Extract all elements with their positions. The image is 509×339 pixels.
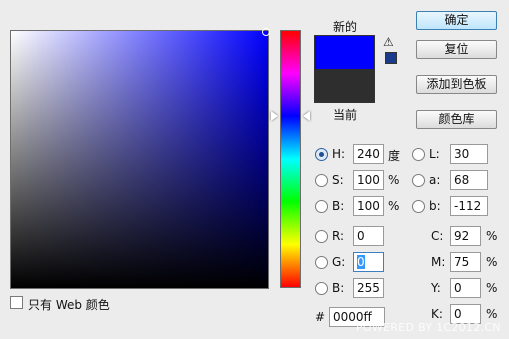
- saturation-label: S:: [332, 173, 344, 187]
- watermark-text: POWERED BY 1C2012.CN: [356, 321, 501, 334]
- blue-field[interactable]: 255: [353, 278, 384, 298]
- hue-slider-handle-right[interactable]: [303, 111, 310, 121]
- cyan-label: C:: [431, 229, 444, 243]
- current-color-label: 当前: [333, 108, 358, 122]
- hex-prefix: #: [315, 310, 326, 324]
- brightness-radio[interactable]: [315, 200, 328, 213]
- hue-field[interactable]: 240: [353, 144, 384, 164]
- black-unit: %: [486, 307, 498, 321]
- green-field-selected-text: 0: [357, 255, 365, 269]
- black-label: K:: [431, 307, 443, 321]
- red-field[interactable]: 0: [353, 226, 384, 246]
- brightness-field[interactable]: 100: [353, 196, 384, 216]
- hue-slider-handle-left[interactable]: [271, 111, 278, 121]
- brightness-unit: %: [388, 199, 400, 213]
- yellow-field[interactable]: 0: [450, 278, 481, 298]
- magenta-field[interactable]: 75: [450, 252, 481, 272]
- lab-l-label: L:: [429, 147, 440, 161]
- saturation-field[interactable]: 100: [353, 170, 384, 190]
- lab-l-field[interactable]: 30: [450, 144, 488, 164]
- hue-label: H:: [332, 147, 346, 161]
- green-label: G:: [332, 255, 346, 269]
- web-colors-only-label[interactable]: 只有 Web 颜色: [28, 296, 110, 313]
- blue-label: B:: [332, 281, 345, 295]
- lab-b-radio[interactable]: [412, 200, 425, 213]
- lab-a-radio[interactable]: [412, 174, 425, 187]
- magenta-unit: %: [486, 255, 498, 269]
- blue-radio[interactable]: [315, 282, 328, 295]
- color-field[interactable]: [10, 30, 269, 289]
- hue-slider[interactable]: [280, 30, 301, 288]
- lab-l-radio[interactable]: [412, 148, 425, 161]
- websafe-color-swatch[interactable]: [385, 52, 397, 64]
- saturation-radio[interactable]: [315, 174, 328, 187]
- warning-icon[interactable]: ⚠: [383, 35, 394, 49]
- red-label: R:: [332, 229, 345, 243]
- color-field-cursor[interactable]: [262, 28, 270, 36]
- lab-b-label: b:: [429, 199, 441, 213]
- color-libraries-button[interactable]: 颜色库: [416, 110, 497, 129]
- new-color-swatch: [314, 35, 375, 69]
- magenta-label: M:: [431, 255, 446, 269]
- new-color-label: 新的: [333, 20, 358, 34]
- green-field[interactable]: 0: [353, 252, 384, 272]
- current-color-swatch[interactable]: [314, 69, 375, 103]
- ok-button[interactable]: 确定: [416, 11, 497, 30]
- cyan-field[interactable]: 92: [450, 226, 481, 246]
- lab-a-label: a:: [429, 173, 441, 187]
- reset-button[interactable]: 复位: [416, 40, 497, 59]
- cyan-unit: %: [486, 229, 498, 243]
- hue-radio[interactable]: [315, 148, 328, 161]
- add-to-swatches-button[interactable]: 添加到色板: [416, 75, 497, 94]
- red-radio[interactable]: [315, 230, 328, 243]
- web-colors-only-checkbox[interactable]: [10, 296, 23, 309]
- hue-unit: 度: [388, 149, 401, 163]
- lab-b-field[interactable]: -112: [450, 196, 488, 216]
- yellow-unit: %: [486, 281, 498, 295]
- green-radio[interactable]: [315, 256, 328, 269]
- brightness-label: B:: [332, 199, 345, 213]
- saturation-unit: %: [388, 173, 400, 187]
- yellow-label: Y:: [431, 281, 441, 295]
- lab-a-field[interactable]: 68: [450, 170, 488, 190]
